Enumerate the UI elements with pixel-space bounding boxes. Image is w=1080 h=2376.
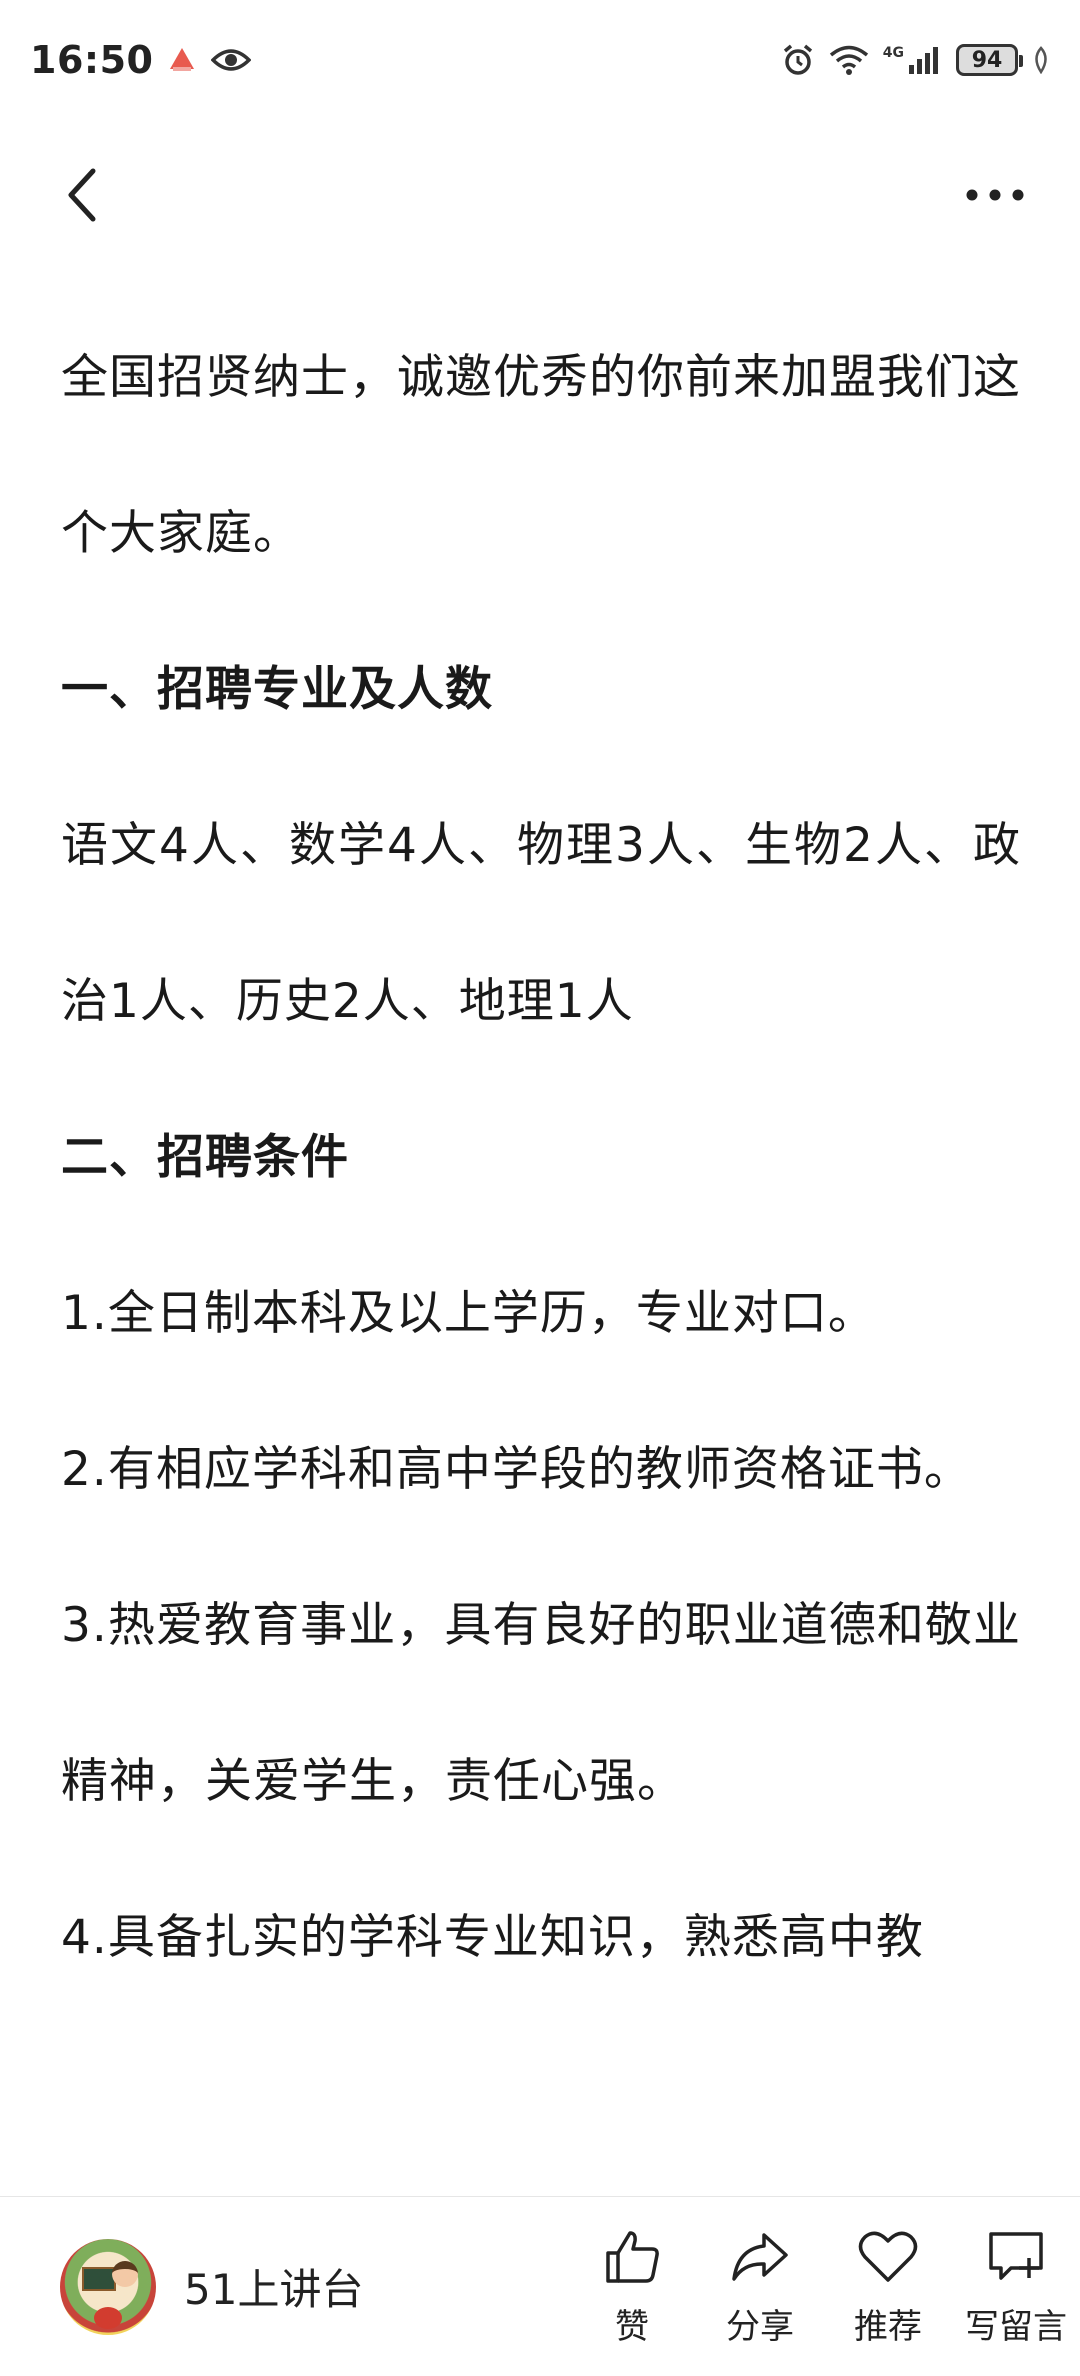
battery-indicator: 94 <box>956 44 1023 76</box>
section-heading: 二、招聘条件 <box>61 1130 349 1185</box>
status-time: 16:50 <box>30 38 154 82</box>
share-label: 分享 <box>726 2307 794 2347</box>
article-body: 全国招贤纳士，诚邀优秀的你前来加盟我们这个大家庭。 一、招聘专业及人数 语文4人… <box>61 330 1021 2180</box>
article-paragraph: 全国招贤纳士，诚邀优秀的你前来加盟我们这个大家庭。 <box>61 350 1021 561</box>
article-paragraph: 4.具备扎实的学科专业知识，熟悉高中教 <box>61 1910 924 1965</box>
article-paragraph: 2.有相应学科和高中学段的教师资格证书。 <box>61 1442 972 1497</box>
signal-icon <box>908 45 942 75</box>
article-paragraph: 语文4人、数学4人、物理3人、生物2人、政治1人、历史2人、地理1人 <box>61 818 1021 1029</box>
author-name[interactable]: 51上讲台 <box>184 2256 363 2317</box>
share-button[interactable]: 分享 <box>696 2225 824 2348</box>
comment-label: 写留言 <box>965 2307 1067 2347</box>
article-paragraph: 3.热爱教育事业，具有良好的职业道德和敬业精神，关爱学生，责任心强。 <box>61 1598 1021 1809</box>
author-info[interactable]: 51上讲台 <box>60 2238 458 2335</box>
heart-icon <box>856 2225 920 2289</box>
wifi-icon <box>829 44 869 76</box>
nav-bar <box>0 120 1080 270</box>
comment-button[interactable]: 写留言 <box>952 2225 1080 2348</box>
like-button[interactable]: 赞 <box>568 2225 696 2348</box>
alarm-icon <box>781 43 815 77</box>
eye-icon <box>211 46 252 74</box>
share-icon <box>728 2225 792 2289</box>
status-right: 4G 94 <box>781 43 1050 77</box>
more-horizontal-icon <box>966 189 1024 201</box>
leaf-icon <box>1032 46 1050 74</box>
action-bar: 赞 分享 推荐 写留言 <box>568 2225 1080 2348</box>
more-button[interactable] <box>950 160 1040 230</box>
avatar[interactable] <box>60 2238 156 2335</box>
app-notification-icon <box>167 45 197 75</box>
back-button[interactable] <box>48 160 118 230</box>
status-left: 16:50 <box>30 38 252 82</box>
comment-icon <box>984 2225 1048 2289</box>
thumbs-up-icon <box>600 2225 664 2289</box>
recommend-button[interactable]: 推荐 <box>824 2225 952 2348</box>
recommend-label: 推荐 <box>854 2307 922 2347</box>
chevron-left-icon <box>68 168 96 222</box>
article-paragraph: 1.全日制本科及以上学历，专业对口。 <box>61 1286 876 1341</box>
like-label: 赞 <box>615 2307 649 2347</box>
status-bar: 16:50 4G 94 <box>0 0 1080 120</box>
section-heading: 一、招聘专业及人数 <box>61 662 493 717</box>
bottom-bar: 51上讲台 赞 分享 推荐 写留言 <box>0 2196 1080 2376</box>
network-type: 4G <box>882 45 904 61</box>
